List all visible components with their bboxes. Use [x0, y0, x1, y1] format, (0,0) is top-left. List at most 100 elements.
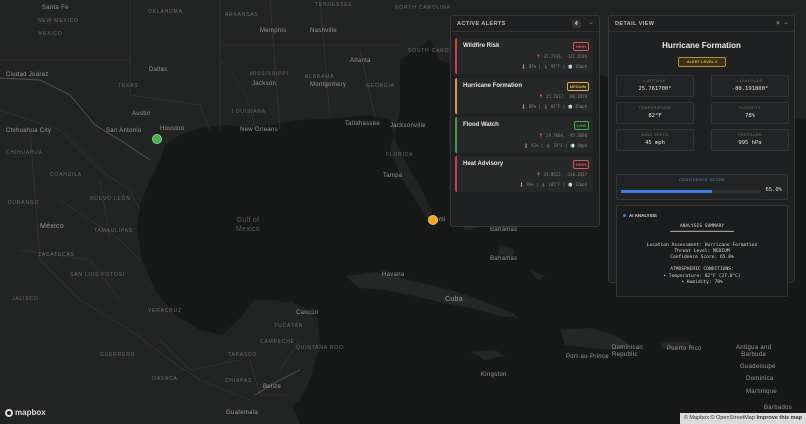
miami-alert-marker[interactable] — [428, 215, 438, 225]
label-guerrero: GUERRERO — [100, 352, 136, 358]
label-kingston: Kingston — [481, 372, 507, 378]
label-jacksonville: Jacksonville — [390, 123, 426, 129]
label-dominican-republic: Dominican Republic — [612, 345, 644, 358]
label-dallas: Dallas — [149, 67, 168, 73]
label-gulf-of-mexico: Gulf of Mexico — [236, 217, 260, 233]
label-campeche: CAMPECHE — [260, 339, 295, 345]
label-nashville: Nashville — [310, 28, 338, 34]
alert-metrics: 🌡️ 42% | 🌡 78°F | 💨 8mph — [523, 143, 587, 148]
label-port-au-prince: Port-au-Prince — [566, 354, 609, 360]
confidence-label: CONFIDENCE SCORE — [678, 178, 726, 182]
label-atlanta: Atlanta — [350, 58, 371, 64]
label-mississippi: MISSISSIPPI — [250, 71, 289, 77]
alert-card[interactable]: Wildfire Risk HIGH 📍 37.7749, -122.4194 🌡️ … — [455, 38, 593, 74]
improve-map-link[interactable]: Improve this map — [756, 415, 802, 421]
label-georgia: GEORGIA — [366, 83, 395, 89]
label-austin: Austin — [132, 111, 151, 117]
ai-analysis-title: AI ANALYSIS — [629, 213, 657, 218]
label-chiapas: CHIAPAS — [225, 378, 253, 384]
severity-badge: MEDIUM — [566, 82, 589, 91]
label-belize: Belize — [263, 384, 282, 390]
label-tamaulipas: TAMAULIPAS — [94, 228, 133, 234]
active-alerts-header: ACTIVE ALERTS 4 − — [451, 16, 599, 32]
alert-card[interactable]: Heat Advisory HIGH 📍 34.0522, -118.2437 🌡️ … — [455, 156, 593, 192]
close-icon[interactable]: × — [776, 21, 780, 27]
label-zacatecas: ZACATECAS — [38, 252, 75, 258]
ai-dot-icon — [623, 214, 626, 218]
label-slp: SAN LUIS POTOSÍ — [70, 272, 125, 278]
label-cuba: Cuba — [445, 296, 463, 303]
label-jalisco: JALISCO — [12, 296, 39, 302]
metric-value: 995 hPa — [738, 140, 762, 146]
mapbox-logo[interactable]: mapbox — [5, 408, 46, 417]
detail-alert-name: Hurricane Formation — [662, 41, 741, 50]
metric-cell: LATITUDE 25.761700° — [616, 75, 694, 97]
detail-collapse-button[interactable]: − — [784, 21, 788, 27]
label-chihuahua: CHIHUAHUA — [6, 150, 43, 156]
mapbox-logo-text: mapbox — [15, 408, 46, 417]
alert-title: Flood Watch — [463, 122, 499, 128]
metric-value: 45 mph — [645, 140, 665, 146]
metric-key: HUMIDITY — [739, 106, 761, 110]
metric-key: PRESSURE — [737, 133, 763, 137]
label-new-mexico: NEW MEXICO — [38, 18, 79, 24]
confidence-track — [621, 190, 761, 193]
confidence-fill — [621, 190, 712, 193]
label-havana: Havana — [382, 272, 405, 278]
mapbox-logo-icon — [5, 408, 13, 417]
label-guadeloupe: Guadeloupe — [740, 364, 776, 370]
label-quintana-roo: QUINTANA ROO — [296, 345, 344, 351]
metric-cell: WIND SPEED 45 mph — [616, 129, 694, 151]
confidence-score-box: CONFIDENCE SCORE 65.0% — [616, 174, 788, 200]
label-mexico-top: MEXICO — [38, 31, 63, 37]
metric-key: WIND SPEED — [640, 133, 670, 137]
alert-card[interactable]: Hurricane Formation MEDIUM 📍 25.7617, -80.… — [455, 78, 593, 114]
label-louisiana: LOUISIANA — [232, 109, 266, 115]
alert-location: 📍 37.7749, -122.4194 — [536, 54, 587, 59]
metric-key: LATITUDE — [644, 79, 666, 83]
metric-key: TEMPERATURE — [638, 106, 672, 110]
detail-view-panel: DETAIL VIEW × − Hurricane Formation ALER… — [608, 15, 795, 297]
label-oklahoma: OKLAHOMA — [148, 9, 183, 15]
label-yucatan: YUCATÁN — [274, 323, 304, 329]
ai-analysis-header: AI ANALYSIS — [623, 213, 657, 218]
confidence-value: 65.0% — [765, 187, 782, 193]
label-martinique: Martinique — [746, 389, 778, 395]
label-tallahassee: Tallahassee — [345, 121, 380, 127]
metric-cell: PRESSURE 995 hPa — [711, 129, 789, 151]
alert-metrics: 🌡️ 87% | 🌡 95°F | 💨 15mph — [521, 64, 587, 69]
alerts-collapse-button[interactable]: − — [589, 21, 593, 27]
label-nuevo-leon: NUEVO LEÓN — [90, 196, 131, 202]
alert-location: 📍 29.7604, -95.3698 — [538, 133, 587, 138]
metric-value: -80.191800° — [731, 86, 769, 92]
alert-card[interactable]: Flood Watch LOW 📍 29.7604, -95.3698 🌡️ 42% … — [455, 117, 593, 153]
detail-view-title: DETAIL VIEW — [615, 20, 655, 27]
severity-badge: HIGH — [573, 42, 589, 51]
alert-title: Wildfire Risk — [463, 43, 500, 49]
alert-title: Hurricane Formation — [463, 83, 523, 89]
label-antigua: Antigua and Barbuda — [736, 345, 772, 358]
metric-cell: HUMIDITY 78% — [711, 102, 789, 124]
label-puerto-rico: Puerto Rico — [667, 346, 702, 352]
label-barbados: Barbados — [764, 405, 793, 411]
label-cancun: Cancún — [296, 310, 319, 316]
alert-level-badge: ALERT LEVEL 2 — [678, 57, 726, 67]
ai-analysis-text: ANALYSIS SUMMARY ═══════════════════════… — [646, 224, 758, 285]
label-arkansas: ARKANSAS — [225, 12, 259, 18]
label-jackson: Jackson — [252, 81, 277, 87]
ai-analysis-box[interactable]: AI ANALYSIS ANALYSIS SUMMARY ═══════════… — [616, 205, 788, 297]
label-san-antonio: San Antonio — [106, 128, 142, 134]
map-attribution: © Mapbox © OpenStreetMap Improve this ma… — [679, 413, 806, 424]
label-bahamas-a: Bahamas — [490, 227, 518, 233]
metric-cell: LONGITUDE -80.191800° — [711, 75, 789, 97]
attribution-text[interactable]: © Mapbox © OpenStreetMap — [684, 415, 757, 421]
label-montgomery: Montgomery — [310, 82, 347, 88]
active-alerts-title: ACTIVE ALERTS — [457, 20, 506, 27]
label-santa-fe: Santa Fe — [42, 5, 69, 11]
houston-alert-marker[interactable] — [152, 134, 162, 144]
label-memphis: Memphis — [260, 28, 287, 34]
label-oaxaca: OAXACA — [152, 376, 178, 382]
label-durango: DURANGO — [8, 200, 40, 206]
severity-badge: HIGH — [573, 160, 589, 169]
label-tabasco: TABASCO — [228, 352, 258, 358]
